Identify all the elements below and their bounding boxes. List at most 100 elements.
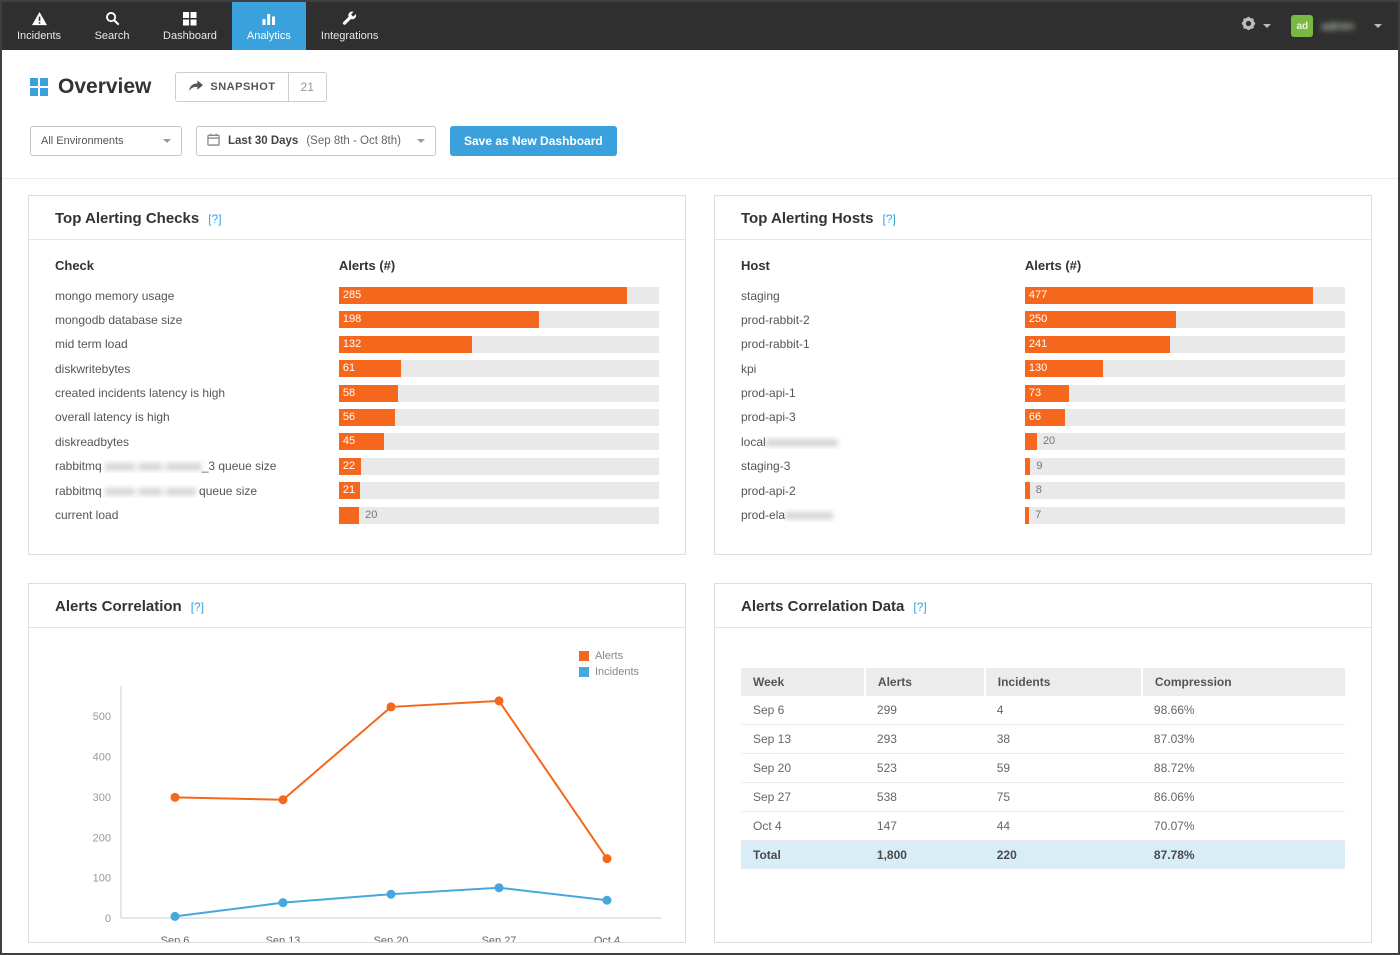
environment-select[interactable]: All Environments [30,126,182,156]
calendar-icon [207,133,220,149]
table-cell: Sep 6 [741,696,865,725]
nav-tab-integrations[interactable]: Integrations [306,2,393,50]
chart-legend: AlertsIncidents [579,650,639,682]
bar-value: 132 [339,336,361,353]
bar-row-label: prod-api-1 [741,386,1025,400]
bar-track: 8 [1025,482,1345,499]
label-text: current load [55,508,118,522]
bar-row: prod-api-28 [741,482,1345,499]
legend-swatch [579,651,589,661]
redacted-text: xxxxx xxxx xxxxx [105,484,199,498]
bar-track: 61 [339,360,659,377]
table-cell: 538 [865,783,985,812]
svg-text:Sep 6: Sep 6 [161,935,190,943]
bar-row-label: diskreadbytes [55,435,339,449]
bar-row: prod-api-366 [741,409,1345,426]
bar-fill: 250 [1025,311,1176,328]
table-cell: 88.72% [1142,754,1345,783]
help-link[interactable]: [?] [883,212,896,226]
panels-grid: Top Alerting Checks [?] Check Alerts (#)… [2,179,1398,955]
bar-fill: 22 [339,458,361,475]
bar-fill: 285 [339,287,627,304]
bar-value: 285 [339,287,361,304]
panel-title: Top Alerting Checks [55,210,199,227]
bar-row: staging477 [741,287,1345,304]
bar-row-label: created incidents latency is high [55,386,339,400]
table-row: Sep 275387586.06% [741,783,1345,812]
svg-text:400: 400 [93,752,111,764]
bar-row-label: rabbitmq xxxxx xxxx xxxxxx_3 queue size [55,459,339,473]
table-header-cell: Week [741,668,865,696]
bar-row-label: mid term load [55,337,339,351]
table-cell: 4 [985,696,1142,725]
bar-chart-icon [261,10,277,26]
panel-body: Host Alerts (#) staging477prod-rabbit-22… [715,240,1371,524]
bar-track: 241 [1025,336,1345,353]
table-header-row: WeekAlertsIncidentsCompression [741,668,1345,696]
gear-icon [1240,15,1257,37]
bar-row-label: kpi [741,362,1025,376]
svg-text:100: 100 [93,873,111,885]
bar-value: 45 [339,433,355,450]
bar-fill: 130 [1025,360,1104,377]
nav-tab-label: Search [95,30,130,42]
panel-alerts-correlation: Alerts Correlation [?] AlertsIncidents 0… [28,583,686,943]
save-dashboard-button[interactable]: Save as New Dashboard [450,126,617,156]
svg-text:0: 0 [105,913,111,925]
app-window: Incidents Search Dashboard Analytics [0,0,1400,955]
column-header: Host [741,258,1025,273]
user-menu[interactable]: ad admin [1291,15,1354,37]
table-total-cell: 1,800 [865,841,985,870]
bar-value: 477 [1025,287,1047,304]
label-text: mongodb database size [55,313,182,327]
hosts-bar-list: staging477prod-rabbit-2250prod-rabbit-12… [741,287,1345,524]
user-name: admin [1321,19,1354,33]
line-chart-svg: 0100200300400500Sep 6Sep 13Sep 20Sep 27O… [63,676,675,943]
label-text: mongo memory usage [55,289,174,303]
chevron-down-icon[interactable] [1374,24,1382,28]
table-cell: Sep 20 [741,754,865,783]
search-icon [105,10,120,26]
bar-fill: 132 [339,336,472,353]
date-range-value: Last 30 Days [228,135,298,147]
bar-row: mongodb database size 198 [55,311,659,328]
help-link[interactable]: [?] [913,600,926,614]
date-range-select[interactable]: Last 30 Days (Sep 8th - Oct 8th) [196,126,436,156]
nav-tab-dashboard[interactable]: Dashboard [148,2,232,50]
snapshot-button[interactable]: SNAPSHOT [176,73,287,101]
chevron-down-icon [1263,24,1271,28]
bar-value: 8 [1036,482,1042,499]
bar-track: 198 [339,311,659,328]
column-header: Alerts (#) [339,258,395,273]
filter-bar: All Environments Last 30 Days (Sep 8th -… [2,102,1398,179]
share-arrow-icon [188,80,203,95]
panel-body: Check Alerts (#) mongo memory usage285mo… [29,240,685,524]
panel-title: Alerts Correlation Data [741,598,904,615]
help-link[interactable]: [?] [191,600,204,614]
nav-tab-incidents[interactable]: Incidents [2,2,76,50]
settings-menu[interactable] [1240,15,1271,37]
table-cell: 293 [865,725,985,754]
bar-fill [1025,433,1037,450]
bar-fill: 73 [1025,385,1069,402]
table-cell: Oct 4 [741,812,865,841]
label-text: diskreadbytes [55,435,129,449]
svg-text:300: 300 [93,792,111,804]
bar-fill: 241 [1025,336,1171,353]
bar-row: prod-api-173 [741,385,1345,402]
date-range-detail: (Sep 8th - Oct 8th) [306,135,401,147]
help-link[interactable]: [?] [208,212,221,226]
nav-tab-search[interactable]: Search [76,2,148,50]
nav-tab-analytics[interactable]: Analytics [232,2,306,50]
svg-text:Sep 13: Sep 13 [266,935,301,943]
correlation-table: WeekAlertsIncidentsCompressionSep 629949… [741,668,1345,869]
nav-right: ad admin [1240,2,1398,50]
table-total-cell: 220 [985,841,1142,870]
chevron-down-icon [417,139,425,143]
label-text: _3 queue size [202,459,277,473]
table-wrap: WeekAlertsIncidentsCompressionSep 629949… [741,642,1345,869]
nav-tab-label: Incidents [17,30,61,42]
label-text: created incidents latency is high [55,386,225,400]
bar-row-label: prod-rabbit-1 [741,337,1025,351]
table-cell: 38 [985,725,1142,754]
